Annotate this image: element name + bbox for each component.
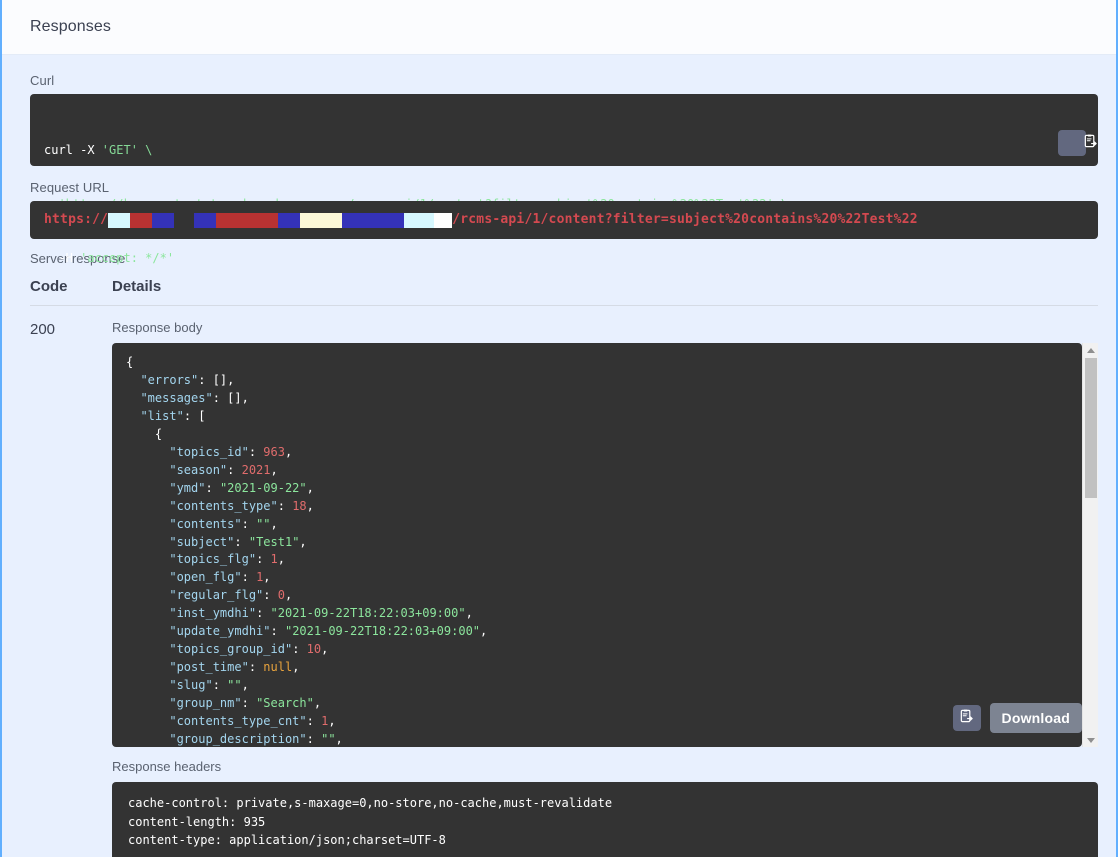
curl-line-1: curl -X 'GET' \: [44, 143, 153, 157]
response-body-json: { "errors": [], "messages": [], "list": …: [126, 355, 488, 747]
request-url-prefix: https://: [44, 212, 109, 227]
curl-line-3: -H 'accept: */*': [44, 251, 175, 265]
responses-panel: Responses Curl curl -X 'GET' \ 'https://…: [0, 0, 1118, 857]
request-url-redaction-5: [216, 212, 279, 228]
request-url-redaction-4: [194, 212, 217, 228]
request-url-redaction-9: [404, 212, 435, 228]
page-title: Responses: [30, 18, 111, 35]
download-button[interactable]: Download: [989, 703, 1082, 733]
copy-curl-button[interactable]: [1058, 130, 1097, 156]
response-body-block: { "errors": [], "messages": [], "list": …: [112, 343, 1082, 747]
request-url-redaction-blocks: [108, 212, 453, 228]
copy-clipboard-icon: [959, 709, 974, 727]
curl-code-block: curl -X 'GET' \ 'https://kuroco-test-ter…: [30, 94, 1098, 265]
request-url-redaction-1: [130, 212, 153, 228]
responses-content: Curl curl -X 'GET' \ 'https://kuroco-tes…: [2, 55, 1116, 857]
request-url-redaction-10: [434, 212, 453, 228]
request-url-redaction-8: [342, 212, 405, 228]
request-url-suffix: /rcms-api/1/content?filter=subject%20con…: [452, 212, 918, 227]
scrollbar-thumb[interactable]: [1085, 358, 1097, 498]
response-headers-block: cache-control: private,s-maxage=0,no-sto…: [112, 782, 1098, 857]
response-body-label: Response body: [112, 320, 203, 335]
request-url-redaction-7: [300, 212, 343, 228]
response-body-scrollbar[interactable]: [1082, 343, 1098, 747]
request-url-block: https:// /rcms-api/1/content?filter=subje…: [30, 201, 1098, 239]
scroll-down-arrow-icon[interactable]: [1083, 733, 1099, 747]
request-url-redaction-2: [152, 212, 175, 228]
copy-clipboard-icon: [1046, 119, 1098, 167]
scroll-up-arrow-icon[interactable]: [1083, 343, 1099, 357]
table-row: 200 Response body { "errors": [], "messa…: [30, 306, 1098, 857]
response-details: Response body { "errors": [], "messages"…: [112, 320, 1098, 857]
response-body-area: { "errors": [], "messages": [], "list": …: [112, 343, 1098, 747]
request-url-redaction-6: [278, 212, 301, 228]
response-body-actions: Download: [952, 703, 1082, 733]
status-code: 200: [30, 321, 56, 338]
responses-header: Responses: [2, 0, 1116, 55]
copy-response-button[interactable]: [952, 705, 981, 731]
response-headers-label: Response headers: [112, 759, 222, 774]
curl-label: Curl: [30, 73, 55, 88]
server-response-table: Code Details 200 Response body { "errors…: [30, 278, 1098, 857]
request-url-redaction-3: [174, 212, 195, 228]
request-url-redaction-0: [108, 212, 131, 228]
